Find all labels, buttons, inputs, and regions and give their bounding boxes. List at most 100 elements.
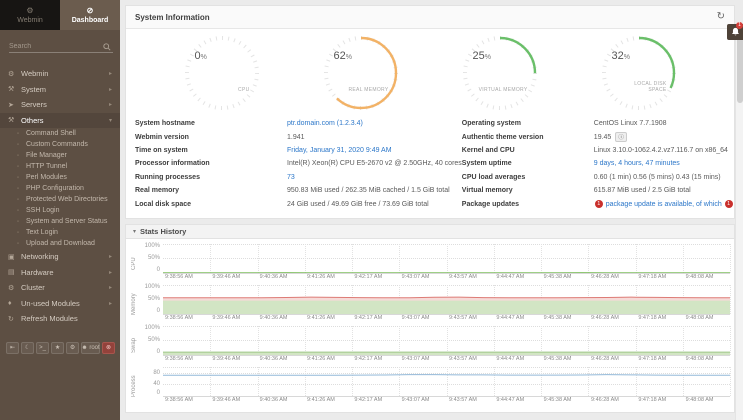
x-tick-label: 9:40:36 AM: [260, 356, 288, 362]
scrollbar-thumb[interactable]: [737, 33, 743, 103]
sidebar-item-others[interactable]: ⚒Others▾: [0, 113, 120, 129]
gridline-vertical: [730, 285, 731, 314]
info-row-kernel-and-cpu: Kernel and CPULinux 3.10.0-1062.4.2.vz7.…: [462, 144, 743, 157]
gauge-label: VIRTUAL MEMORY: [479, 87, 528, 93]
x-tick-label: 9:43:57 AM: [449, 356, 477, 362]
collapse-sidebar-button[interactable]: ⇤: [6, 342, 19, 354]
notifications-badge: 1: [736, 22, 743, 29]
sidebar-subitem-label: HTTP Tunnel: [26, 163, 67, 170]
chart-plot: [163, 285, 730, 314]
chart-series-svg: [163, 367, 730, 396]
chart-series-svg: [163, 285, 730, 314]
module-bullet-icon: ▫: [17, 241, 26, 247]
sidebar-subitem-label: Command Shell: [26, 130, 76, 137]
sidebar-subitem-perl-modules[interactable]: ▫Perl Modules: [0, 172, 120, 183]
gauge-ring: [322, 34, 400, 112]
night-mode-button[interactable]: ☾: [21, 342, 34, 354]
sidebar-subitem-http-tunnel[interactable]: ▫HTTP Tunnel: [0, 161, 120, 172]
info-value: 24 GiB used / 49.69 GiB free / 73.69 GiB…: [287, 201, 429, 208]
notifications-bell-button[interactable]: 1: [727, 24, 743, 40]
gridline-vertical: [730, 244, 731, 273]
info-row-time-on-system: Time on systemFriday, January 31, 2020 9…: [135, 144, 462, 157]
chevron-down-icon: ▾: [109, 117, 112, 124]
x-tick-label: 9:39:46 AM: [212, 274, 240, 280]
info-value: 0.60 (1 min) 0.56 (5 mins) 0.43 (15 mins…: [594, 174, 721, 181]
sidebar-item-networking[interactable]: ▣Networking▸: [0, 249, 120, 265]
module-bullet-icon: ▫: [17, 208, 26, 214]
theme-info-icon[interactable]: ⓘ: [615, 132, 627, 142]
info-value: 1.941: [287, 134, 305, 141]
x-tick-label: 9:39:46 AM: [212, 356, 240, 362]
info-row-cpu-load-averages: CPU load averages0.60 (1 min) 0.56 (5 mi…: [462, 171, 743, 184]
tab-webmin-label: Webmin: [17, 17, 43, 24]
search-icon[interactable]: [103, 38, 111, 56]
chart-x-ticks: 9:38:56 AM9:39:46 AM9:40:36 AM9:41:26 AM…: [163, 314, 731, 324]
x-tick-label: 9:48:08 AM: [686, 356, 714, 362]
chart-x-ticks: 9:38:56 AM9:39:46 AM9:40:36 AM9:41:26 AM…: [163, 396, 731, 406]
info-value: 19.45: [594, 134, 612, 141]
terminal-button[interactable]: >_: [36, 342, 49, 354]
gauge-percent: 62%: [334, 50, 352, 62]
sidebar-subitem-php-configuration[interactable]: ▫PHP Configuration: [0, 183, 120, 194]
sidebar-subitem-text-login[interactable]: ▫Text Login: [0, 227, 120, 238]
chart-y-ticks: 100%50%0: [139, 326, 163, 355]
wrench-icon: ⚒: [8, 85, 21, 93]
sidebar-subitem-label: File Manager: [26, 152, 67, 159]
info-label: Webmin version: [135, 134, 287, 141]
info-value-link[interactable]: Friday, January 31, 2020 9:49 AM: [287, 147, 392, 154]
chevron-right-icon: ▸: [109, 101, 112, 108]
info-label: Virtual memory: [462, 187, 594, 194]
tab-webmin[interactable]: ⚙ Webmin: [0, 0, 60, 30]
x-tick-label: 9:39:46 AM: [212, 315, 240, 321]
sidebar-subitem-system-and-server-status[interactable]: ▫System and Server Status: [0, 216, 120, 227]
chart-plot-area: 9:38:56 AM9:39:46 AM9:40:36 AM9:41:26 AM…: [163, 326, 731, 365]
sidebar-subitem-ssh-login[interactable]: ▫SSH Login: [0, 205, 120, 216]
y-tick-label: 50%: [148, 255, 160, 261]
info-value-link[interactable]: 73: [287, 174, 295, 181]
sidebar-subitem-custom-commands[interactable]: ▫Custom Commands: [0, 139, 120, 150]
hard-drive-icon: ▤: [8, 268, 21, 276]
chevron-down-icon[interactable]: ▾: [133, 228, 136, 235]
y-tick-label: 100%: [145, 325, 160, 331]
gauge-cell: 62%REAL MEMORY: [291, 34, 430, 112]
sidebar-subitem-command-shell[interactable]: ▫Command Shell: [0, 128, 120, 139]
refresh-icon[interactable]: ↻: [717, 12, 725, 22]
system-information-panel: System Information ↻ 0%CPU62%REAL MEMORY…: [125, 5, 735, 219]
gridline-vertical: [730, 367, 731, 396]
favorites-button[interactable]: ★: [51, 342, 64, 354]
x-tick-label: 9:46:28 AM: [591, 397, 619, 403]
logout-button[interactable]: ⊗: [102, 342, 115, 354]
scrollbar-track[interactable]: [735, 31, 743, 420]
sidebar-item-webmin[interactable]: ⚙Webmin▸: [0, 66, 120, 82]
sidebar-subitem-file-manager[interactable]: ▫File Manager: [0, 150, 120, 161]
gauge-cell: 0%CPU: [152, 34, 291, 112]
y-tick-label: 80: [153, 370, 160, 376]
sidebar-subitem-protected-web-directories[interactable]: ▫Protected Web Directories: [0, 194, 120, 205]
info-value-link[interactable]: 9 days, 4 hours, 47 minutes: [594, 160, 680, 167]
sidebar-item-label: Hardware: [21, 268, 109, 277]
x-tick-label: 9:43:07 AM: [402, 274, 430, 280]
sidebar-subitem-upload-and-download[interactable]: ▫Upload and Download: [0, 238, 120, 249]
settings-button[interactable]: ⚙: [66, 342, 79, 354]
info-label: System uptime: [462, 160, 594, 167]
y-tick-label: 0: [157, 267, 160, 273]
user-button[interactable]: ☻ root: [81, 342, 100, 354]
tab-dashboard[interactable]: ⊘ Dashboard: [60, 0, 120, 30]
sidebar-item-un-used-modules[interactable]: ♦Un-used Modules▸: [0, 296, 120, 312]
chart-x-ticks: 9:38:56 AM9:39:46 AM9:40:36 AM9:41:26 AM…: [163, 355, 731, 365]
x-tick-label: 9:48:08 AM: [686, 315, 714, 321]
sidebar-item-servers[interactable]: ➤Servers▸: [0, 97, 120, 113]
sidebar-item-refresh-modules[interactable]: ↻Refresh Modules: [0, 311, 120, 327]
info-value: 615.87 MiB used / 2.5 GiB total: [594, 187, 691, 194]
chart-x-ticks: 9:38:56 AM9:39:46 AM9:40:36 AM9:41:26 AM…: [163, 273, 731, 283]
x-tick-label: 9:43:07 AM: [402, 356, 430, 362]
info-value-link[interactable]: ptr.domain.com (1.2.3.4): [287, 120, 363, 127]
stats-history-header[interactable]: ▾ Stats History: [125, 224, 735, 239]
sidebar-item-cluster[interactable]: ⚙Cluster▸: [0, 280, 120, 296]
sidebar-item-system[interactable]: ⚒System▸: [0, 82, 120, 98]
search-input[interactable]: [9, 41, 113, 53]
gridline-vertical: [730, 326, 731, 355]
module-bullet-icon: ▫: [17, 197, 26, 203]
sidebar-item-hardware[interactable]: ▤Hardware▸: [0, 265, 120, 281]
package-updates-link[interactable]: package update is available, of which: [604, 201, 724, 208]
